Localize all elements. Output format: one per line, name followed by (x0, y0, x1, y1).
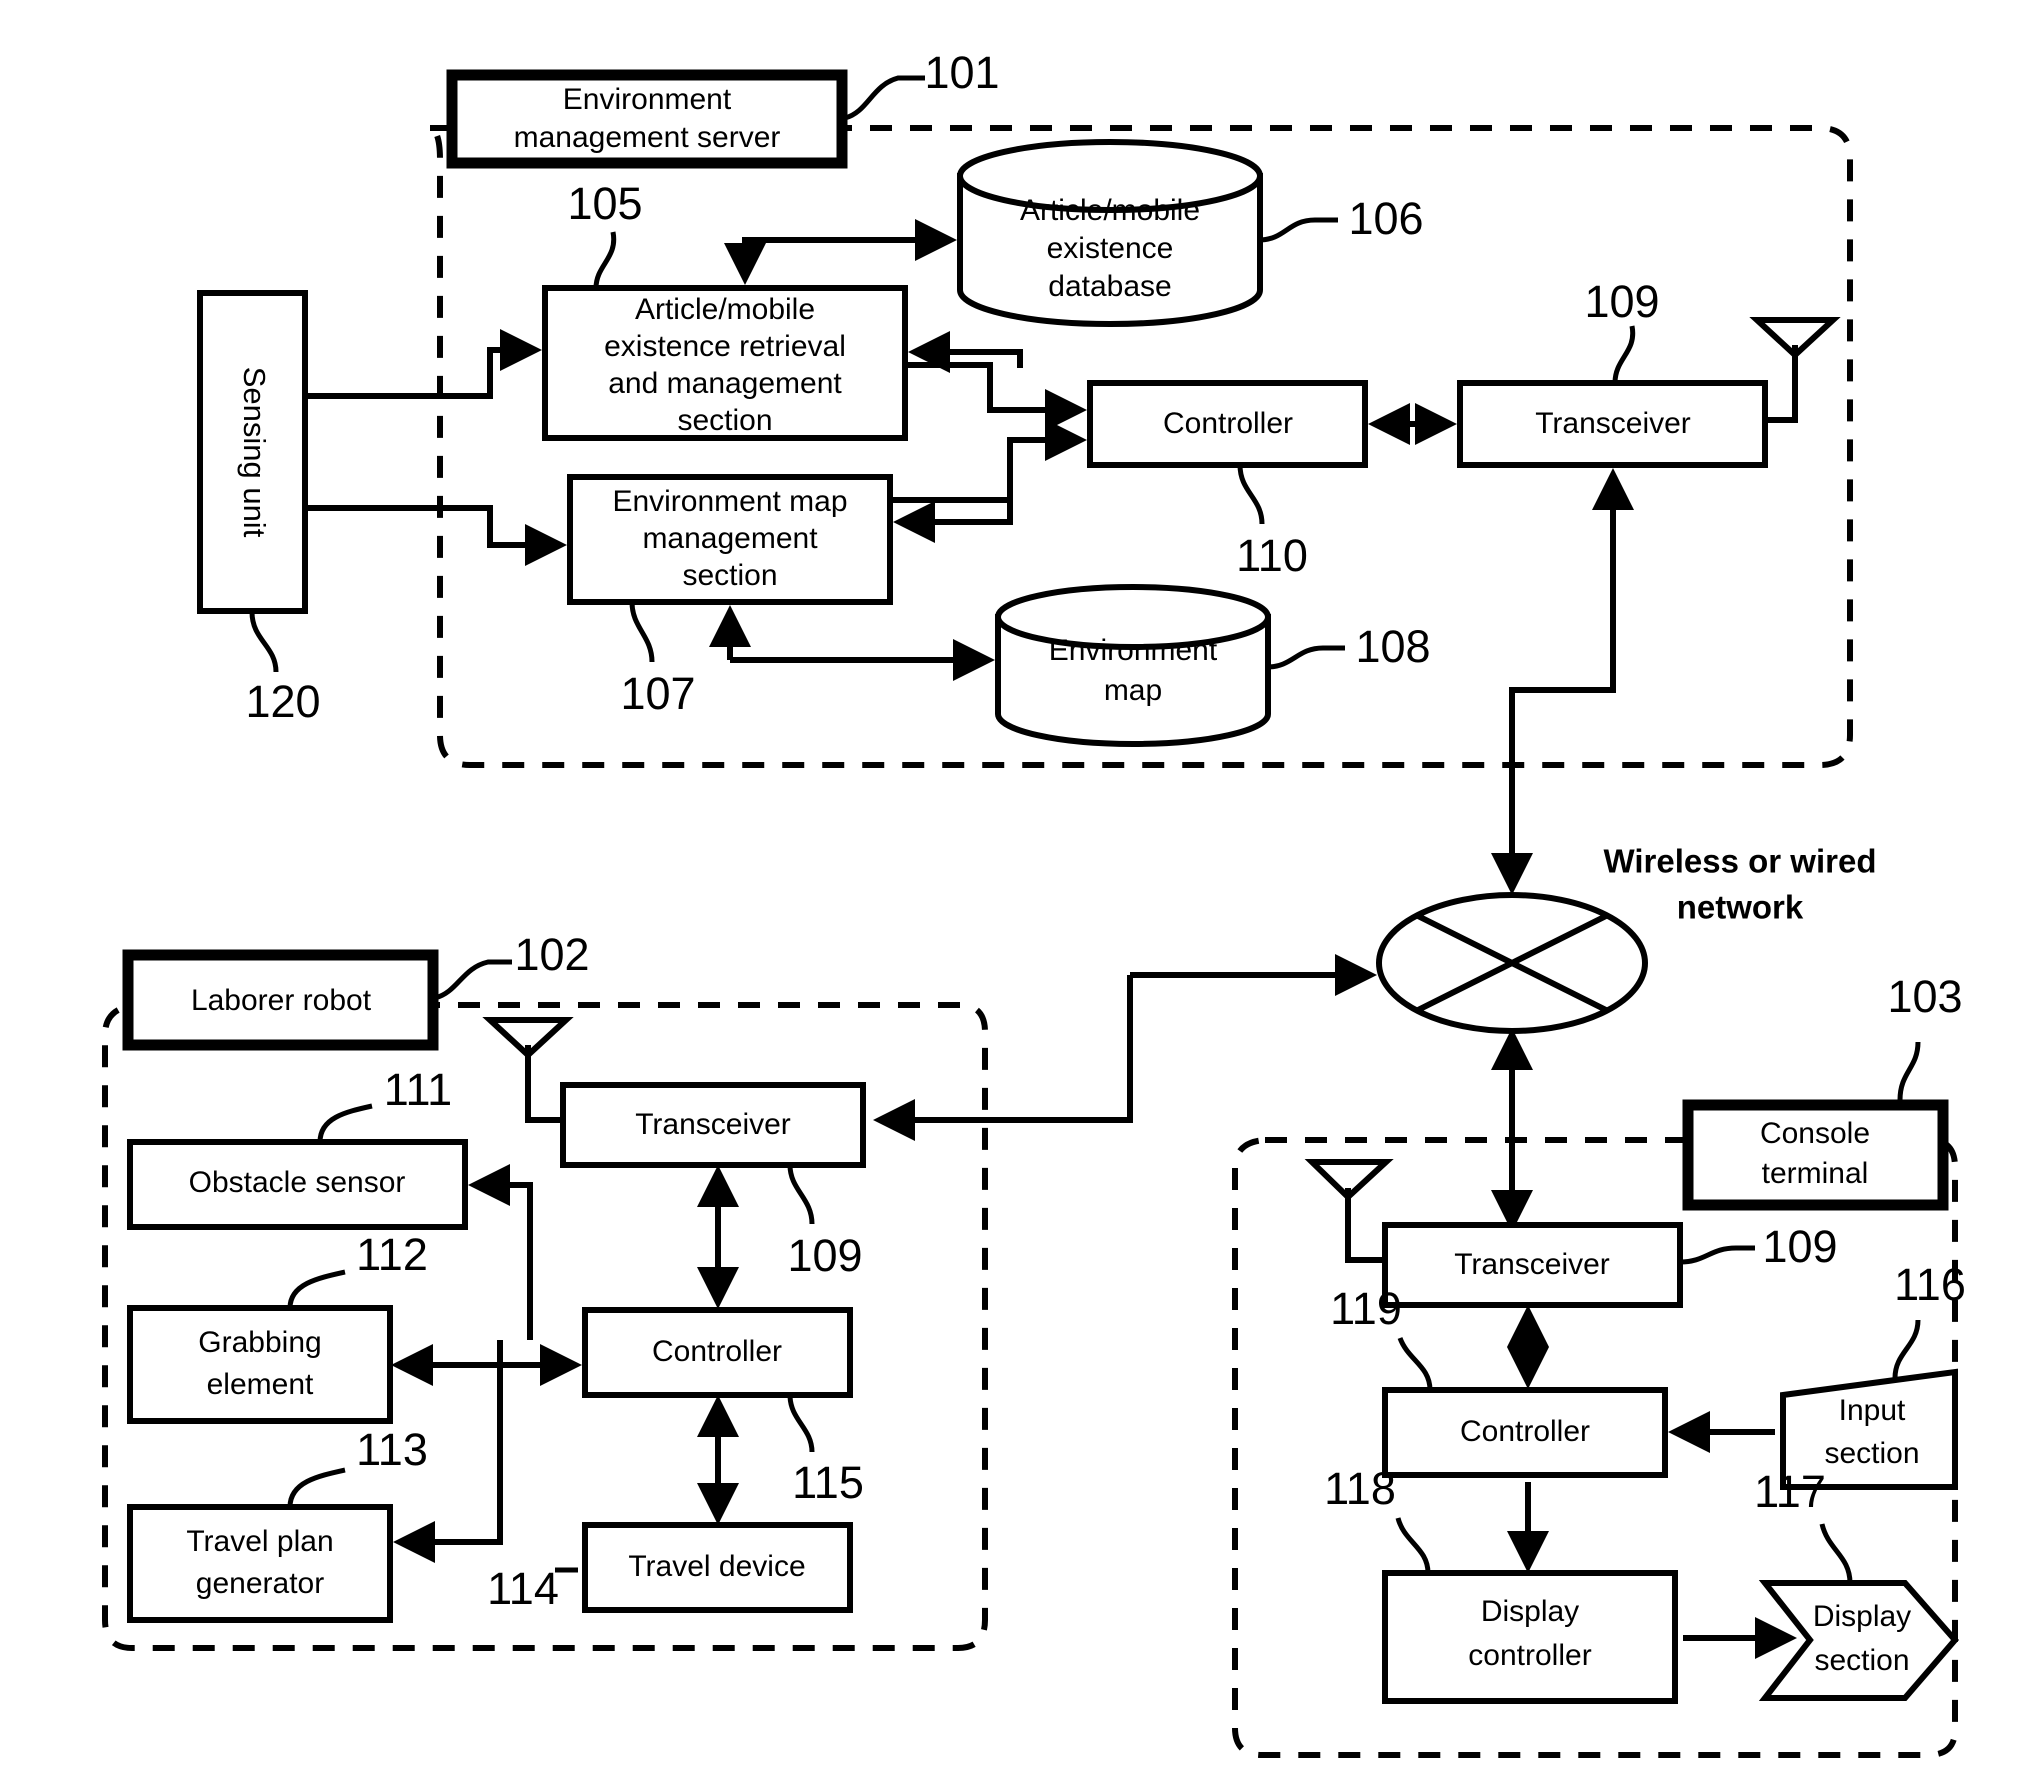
leader-101 (844, 75, 925, 121)
environment-map-management-label-line3: section (682, 559, 777, 592)
console-terminal-label-line1: Console (1760, 1117, 1870, 1150)
leader-102 (434, 959, 512, 1001)
leader-112 (287, 1269, 346, 1309)
article-retrieval-label-line4: section (677, 404, 772, 437)
leader-115 (787, 1394, 815, 1453)
leader-116 (1892, 1319, 1921, 1379)
robot-transceiver-label: Transceiver (635, 1108, 791, 1141)
leader-120 (249, 611, 279, 673)
leader-113 (287, 1467, 346, 1508)
network-label-line2: network (1677, 889, 1804, 926)
block-diagram-canvas: Environment management server 101 Sensin… (102, 47, 1966, 1758)
console-transceiver-label: Transceiver (1454, 1248, 1610, 1281)
wire-robot-to-network-leg (890, 975, 1133, 1123)
display-controller-label-line1: Display (1481, 1595, 1579, 1628)
wire-sensing-to-map-mgmt (305, 505, 567, 566)
obstacle-sensor-label: Obstacle sensor (189, 1166, 406, 1199)
display-section-label-line2: section (1814, 1644, 1909, 1677)
ref-109-server: 109 (1584, 276, 1659, 327)
ref-106: 106 (1348, 193, 1423, 244)
input-section-label-line1: Input (1839, 1394, 1906, 1427)
leader-106 (1258, 217, 1338, 243)
article-db-label-line2: existence (1047, 232, 1174, 265)
leader-118 (1395, 1517, 1431, 1574)
leader-109-server (1612, 325, 1636, 384)
display-controller-label-line2: controller (1468, 1639, 1591, 1672)
environment-management-server-label-line1: Environment (563, 83, 732, 116)
ref-120: 120 (245, 676, 320, 727)
ref-105: 105 (567, 178, 642, 229)
ref-102: 102 (514, 929, 589, 980)
server-transceiver-label: Transceiver (1535, 407, 1691, 440)
wire-controller-to-mapmgmt (893, 500, 1013, 543)
leader-117 (1819, 1523, 1853, 1584)
console-terminal-label-line2: terminal (1762, 1157, 1869, 1190)
wire-retrieval-to-controller (905, 362, 1087, 431)
ref-110: 110 (1236, 530, 1308, 581)
antenna-icon-server (1749, 317, 1841, 423)
leader-108 (1266, 645, 1345, 670)
ref-108: 108 (1355, 621, 1430, 672)
ref-116: 116 (1894, 1259, 1966, 1310)
environment-map-db-label-line1: Environment (1049, 634, 1218, 667)
network-label-line1: Wireless or wired (1604, 843, 1877, 880)
display-section-label-line1: Display (1813, 1600, 1911, 1633)
leader-109-robot (787, 1164, 815, 1225)
leader-110 (1237, 464, 1265, 525)
environment-map-management-label-line1: Environment map (612, 485, 847, 518)
wire-server-to-network (1509, 468, 1634, 880)
leader-107 (629, 601, 655, 663)
article-retrieval-label-line3: and management (608, 367, 842, 400)
leader-119 (1397, 1337, 1433, 1391)
travel-plan-generator-label-line2: generator (196, 1567, 324, 1600)
leader-111 (317, 1103, 373, 1143)
ref-109-console: 109 (1762, 1221, 1837, 1272)
wire-controller-to-obstacle-sensor (468, 1164, 533, 1340)
leader-103 (1897, 1041, 1921, 1101)
server-controller-label: Controller (1163, 407, 1293, 440)
ref-118: 118 (1324, 1463, 1396, 1514)
wire-sensing-to-retrieval (305, 329, 542, 399)
console-controller-label: Controller (1460, 1415, 1590, 1448)
wire-mapmgmt-to-controller (890, 419, 1087, 503)
ref-115: 115 (792, 1457, 864, 1508)
leader-109-console (1679, 1245, 1755, 1265)
article-db-label-line1: Article/mobile (1020, 194, 1200, 227)
sensing-unit-label: Sensing unit (237, 367, 272, 538)
patent-figure: Environment management server 101 Sensin… (0, 0, 2020, 1788)
network-node (1376, 892, 1648, 1034)
ref-117: 117 (1754, 1466, 1826, 1517)
antenna-icon-robot (482, 1017, 574, 1123)
ref-103: 103 (1887, 971, 1962, 1022)
antenna-icon-console (1304, 1159, 1394, 1263)
ref-119: 119 (1330, 1283, 1402, 1334)
laborer-robot-label: Laborer robot (191, 984, 372, 1017)
input-section-label-line2: section (1824, 1437, 1919, 1470)
travel-device-label: Travel device (628, 1550, 805, 1583)
ref-111: 111 (384, 1064, 452, 1115)
ref-114: 114 (487, 1563, 559, 1614)
ref-101: 101 (924, 47, 999, 98)
leader-105 (593, 231, 617, 289)
ref-107: 107 (620, 668, 695, 719)
environment-map-management-label-line2: management (642, 522, 818, 555)
grabbing-element-label-line2: element (207, 1368, 314, 1401)
article-db-label-line3: database (1048, 270, 1171, 303)
article-retrieval-label-line2: existence retrieval (604, 330, 846, 363)
wire-db-to-retrieval-down (724, 237, 880, 285)
ref-113: 113 (356, 1424, 428, 1475)
environment-map-db-label-line2: map (1104, 674, 1162, 707)
environment-management-server-label-line2: management server (514, 121, 781, 154)
robot-controller-label: Controller (652, 1335, 782, 1368)
ref-112: 112 (356, 1229, 428, 1280)
ref-109-robot: 109 (787, 1230, 862, 1281)
travel-plan-generator-label-line1: Travel plan (186, 1525, 333, 1558)
grabbing-element-label-line1: Grabbing (198, 1326, 321, 1359)
article-retrieval-label-line1: Article/mobile (635, 293, 815, 326)
display-controller-box (1382, 1570, 1678, 1704)
